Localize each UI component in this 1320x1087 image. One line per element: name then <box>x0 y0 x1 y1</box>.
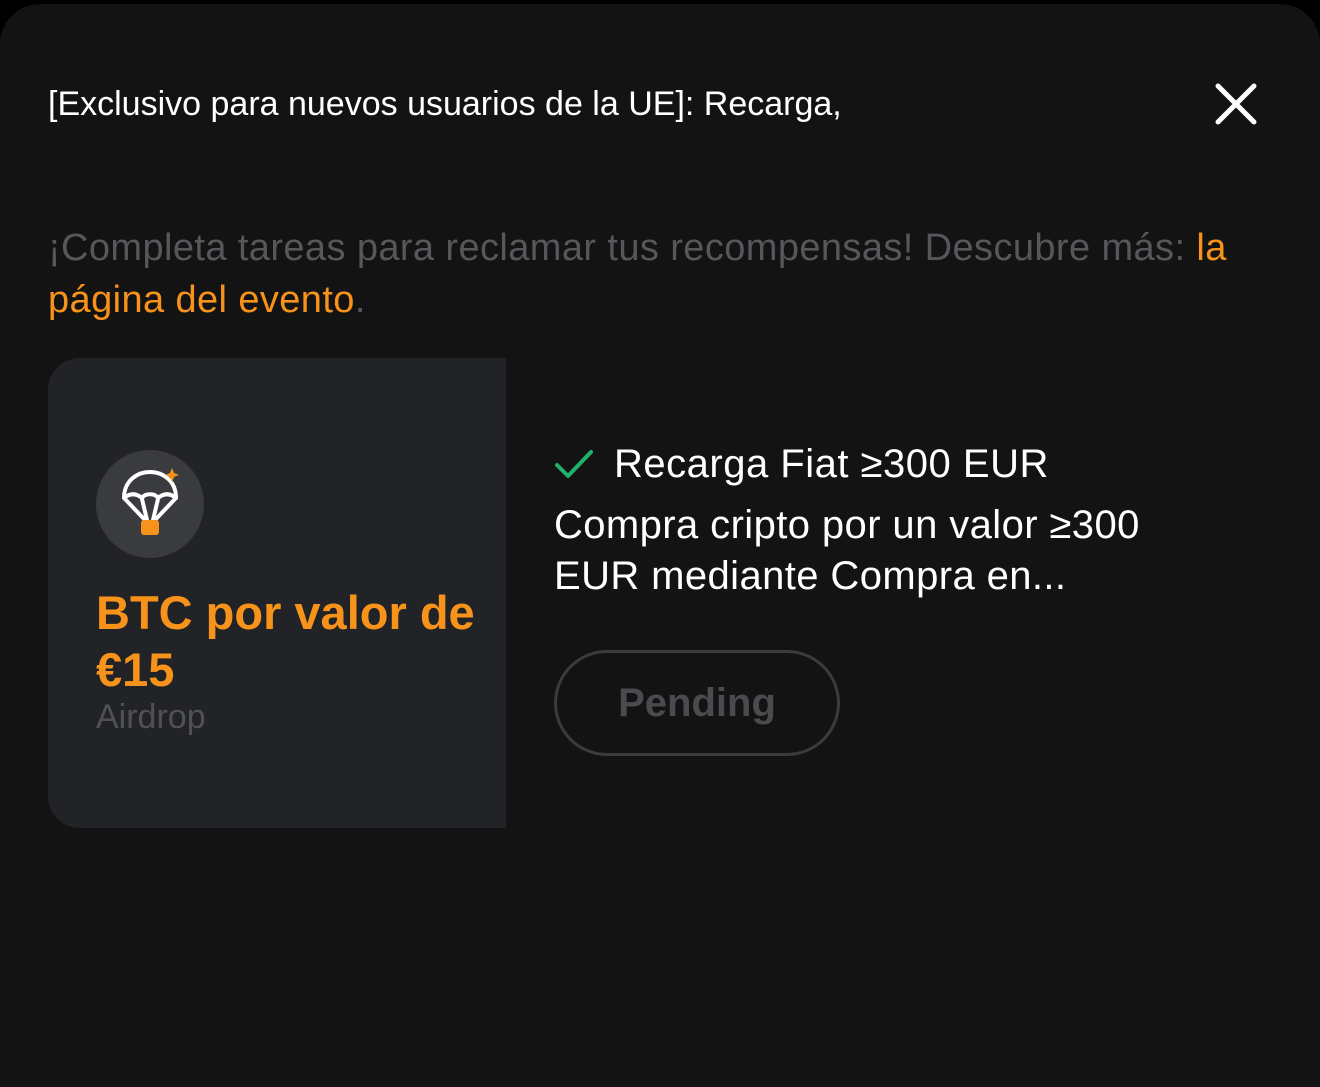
description-end: . <box>354 279 366 321</box>
task-modal: [Exclusivo para nuevos usuarios de la UE… <box>0 4 1320 1087</box>
task-title: Recarga Fiat ≥300 EUR <box>614 442 1049 486</box>
reward-card: BTC por valor de €15 Airdrop <box>48 358 506 828</box>
description-text: ¡Completa tareas para reclamar tus recom… <box>48 227 1197 269</box>
event-description: ¡Completa tareas para reclamar tus recom… <box>48 222 1268 326</box>
close-icon <box>1215 83 1257 125</box>
check-icon <box>554 442 598 486</box>
close-button[interactable] <box>1208 76 1264 132</box>
task-description: Compra cripto por un valor ≥300 EUR medi… <box>554 503 1140 598</box>
reward-icon-circle <box>96 450 204 558</box>
task-header: Recarga Fiat ≥300 EUR <box>554 436 1254 492</box>
parachute-icon <box>122 468 179 535</box>
task-item: Recarga Fiat ≥300 EUR Compra cripto por … <box>554 436 1254 602</box>
modal-header: [Exclusivo para nuevos usuarios de la UE… <box>48 76 1208 132</box>
modal-title: [Exclusivo para nuevos usuarios de la UE… <box>48 85 842 123</box>
reward-subtitle: Airdrop <box>96 698 206 736</box>
pending-button[interactable]: Pending <box>554 650 840 756</box>
reward-title: BTC por valor de €15 <box>96 586 475 696</box>
